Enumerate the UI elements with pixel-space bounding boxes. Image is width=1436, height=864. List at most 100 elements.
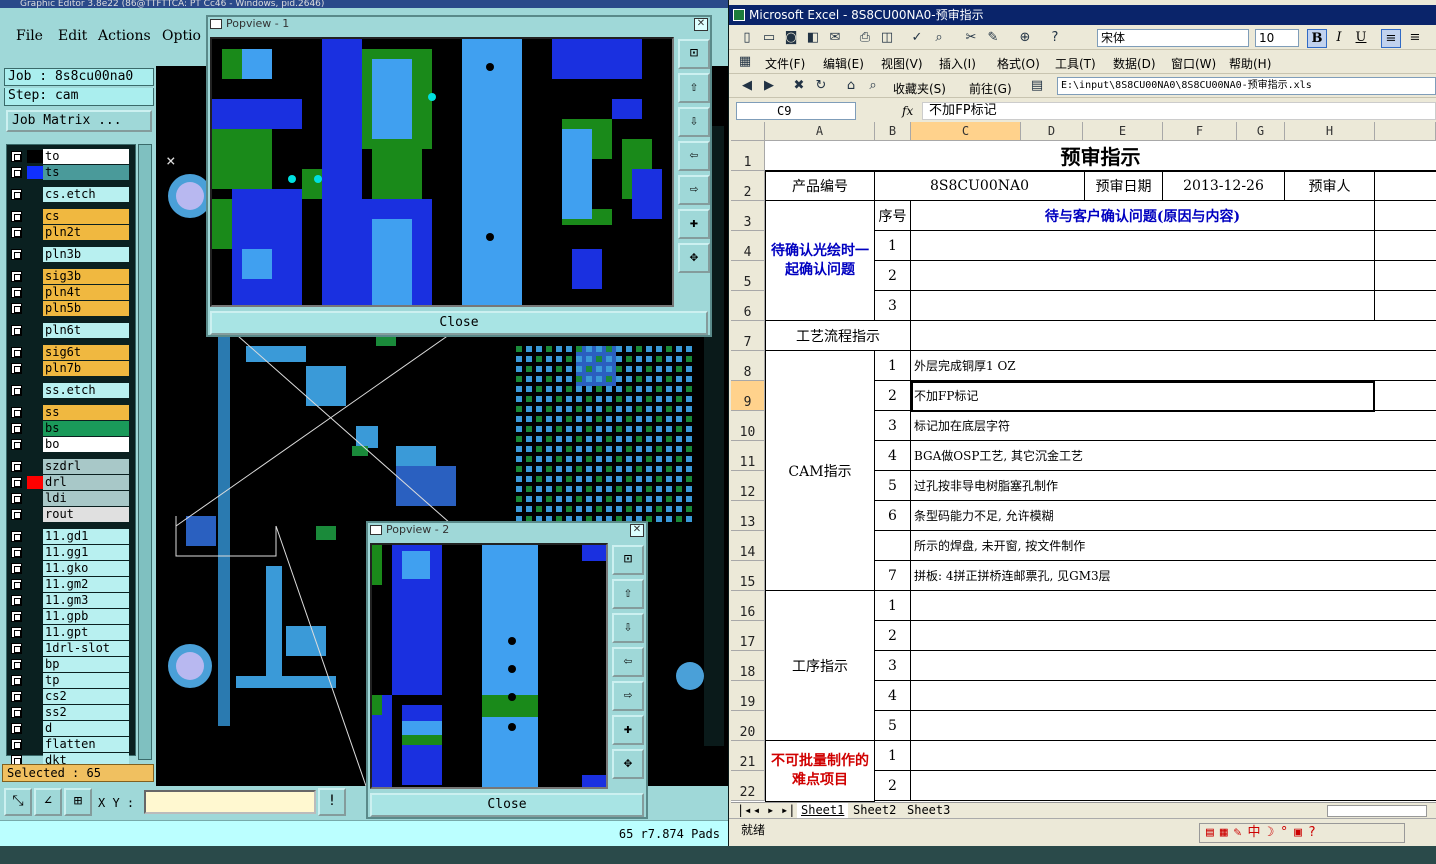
row-header[interactable]: 22 <box>731 771 765 801</box>
layer-row[interactable]: szdrl <box>7 459 137 474</box>
font-name-select[interactable]: 宋体 <box>1097 29 1249 47</box>
cam-item-number[interactable]: 1 <box>875 351 911 381</box>
layer-row[interactable]: pln6t <box>7 323 137 338</box>
close-icon[interactable]: ✕ <box>694 18 708 31</box>
layer-color-swatch[interactable] <box>27 286 43 299</box>
row-header[interactable]: 14 <box>731 531 765 561</box>
layer-row[interactable]: 11.gg1 <box>7 545 137 560</box>
horizontal-scrollbar[interactable] <box>1327 805 1427 817</box>
format-painter-icon[interactable]: ✎ <box>985 30 1001 46</box>
cell-empty[interactable] <box>911 261 1375 291</box>
layer-color-swatch[interactable] <box>27 226 43 239</box>
layer-row[interactable]: cs <box>7 209 137 224</box>
layer-name[interactable]: d <box>43 721 129 736</box>
layer-checkbox[interactable] <box>11 723 22 734</box>
formula-bar[interactable]: 不加FP标记 <box>922 102 1436 120</box>
layer-name[interactable]: 11.gg1 <box>43 545 129 560</box>
layer-color-swatch[interactable] <box>27 406 43 419</box>
layer-checkbox[interactable] <box>11 531 22 542</box>
reviewer-value[interactable] <box>1375 171 1436 201</box>
close-icon[interactable]: ✕ <box>630 524 644 537</box>
new-icon[interactable]: ▯ <box>739 30 755 46</box>
layer-row[interactable]: sig3b <box>7 269 137 284</box>
row-header[interactable]: 19 <box>731 681 765 711</box>
layer-color-swatch[interactable] <box>27 706 43 719</box>
alert-icon[interactable]: ! <box>318 788 346 816</box>
layer-checkbox[interactable] <box>11 547 22 558</box>
cam-item-text[interactable]: 条型码能力不足, 允许模糊 <box>911 501 1436 531</box>
menu-view[interactable]: 视图(V) <box>881 55 923 72</box>
zoom-in-icon[interactable]: ✚ <box>678 209 710 239</box>
layer-checkbox[interactable] <box>11 189 22 200</box>
layer-color-swatch[interactable] <box>27 508 43 521</box>
layer-name[interactable]: 11.gm3 <box>43 593 129 608</box>
layer-name[interactable]: bp <box>43 657 129 672</box>
select-all-corner[interactable] <box>731 122 765 141</box>
cell-empty[interactable] <box>911 591 1436 621</box>
layer-name[interactable]: bo <box>43 437 129 452</box>
layer-row[interactable]: pln2t <box>7 225 137 240</box>
reviewer-label[interactable]: 预审人 <box>1285 171 1375 201</box>
row-header[interactable]: 3 <box>731 201 765 231</box>
row-header[interactable]: 7 <box>731 321 765 351</box>
product-no-value[interactable]: 8S8CU00NA0 <box>875 171 1085 201</box>
layer-color-swatch[interactable] <box>27 492 43 505</box>
measure-tool-icon[interactable]: ∠ <box>34 788 62 816</box>
print-preview-icon[interactable]: ◫ <box>879 30 895 46</box>
favorites-menu[interactable]: 收藏夹(S) <box>893 80 946 97</box>
hyperlink-icon[interactable]: ⊕ <box>1017 30 1033 46</box>
col-header-h[interactable]: H <box>1285 122 1375 141</box>
layer-color-swatch[interactable] <box>27 438 43 451</box>
process-value[interactable] <box>911 321 1436 351</box>
cell-empty[interactable] <box>911 621 1436 651</box>
layer-row[interactable]: 11.gko <box>7 561 137 576</box>
menu-data[interactable]: 数据(D) <box>1113 55 1156 72</box>
cam-item-text[interactable]: 不加FP标记 <box>911 381 1436 411</box>
layer-color-swatch[interactable] <box>27 476 43 489</box>
seq-number[interactable]: 2 <box>875 261 911 291</box>
row-header[interactable]: 4 <box>731 231 765 261</box>
layer-name[interactable]: 11.gko <box>43 561 129 576</box>
difficulty-label[interactable]: 不可批量制作的难点项目 <box>765 741 875 802</box>
row-header[interactable]: 9 <box>731 381 765 411</box>
layer-checkbox[interactable] <box>11 363 22 374</box>
layer-name[interactable]: cs <box>43 209 129 224</box>
permission-icon[interactable]: ◧ <box>805 30 821 46</box>
layer-row[interactable]: 11.gpt <box>7 625 137 640</box>
home-icon[interactable]: ⌂ <box>843 78 859 94</box>
layer-color-swatch[interactable] <box>27 384 43 397</box>
layer-checkbox[interactable] <box>11 211 22 222</box>
layer-checkbox[interactable] <box>11 659 22 670</box>
xy-coordinate-input[interactable] <box>144 790 316 814</box>
layer-color-swatch[interactable] <box>27 346 43 359</box>
pan-down-icon[interactable]: ⇩ <box>678 107 710 137</box>
layer-row[interactable]: ldi <box>7 491 137 506</box>
menu-window[interactable]: 窗口(W) <box>1171 55 1216 72</box>
row-header[interactable]: 20 <box>731 711 765 741</box>
layer-color-swatch[interactable] <box>27 166 43 179</box>
layer-row[interactable]: sig6t <box>7 345 137 360</box>
address-field[interactable]: E:\input\8S8CU00NA0\8S8CU00NA0-预审指示.xls <box>1057 77 1436 95</box>
row-header[interactable]: 1 <box>731 141 765 171</box>
layer-row[interactable]: pln3b <box>7 247 137 262</box>
prev-sheet-icon[interactable]: ◂ <box>749 803 764 818</box>
layer-color-swatch[interactable] <box>27 150 43 163</box>
row-header[interactable]: 10 <box>731 411 765 441</box>
process-label[interactable]: 工艺流程指示 <box>765 321 911 351</box>
layer-checkbox[interactable] <box>11 477 22 488</box>
layer-color-swatch[interactable] <box>27 626 43 639</box>
layer-checkbox[interactable] <box>11 691 22 702</box>
layer-name[interactable]: ss2 <box>43 705 129 720</box>
layer-row[interactable]: bs <box>7 421 137 436</box>
zoom-in-icon[interactable]: ✚ <box>612 715 644 745</box>
menu-tools[interactable]: 工具(T) <box>1055 55 1096 72</box>
popview-2-close-button[interactable]: Close <box>370 793 644 817</box>
layer-color-swatch[interactable] <box>27 562 43 575</box>
layer-checkbox[interactable] <box>11 579 22 590</box>
layer-checkbox[interactable] <box>11 325 22 336</box>
layer-color-swatch[interactable] <box>27 248 43 261</box>
worksheet-grid[interactable]: A B C D E F G H 1 2 3 4 5 6 7 8 9 10 11 12 13 14 15 16 1… <box>731 122 1436 802</box>
cam-item-text[interactable]: 拼板: 4拼正拼桥连邮票孔, 见GM3层 <box>911 561 1436 591</box>
layer-color-swatch[interactable] <box>27 460 43 473</box>
cell-empty[interactable] <box>911 711 1436 741</box>
